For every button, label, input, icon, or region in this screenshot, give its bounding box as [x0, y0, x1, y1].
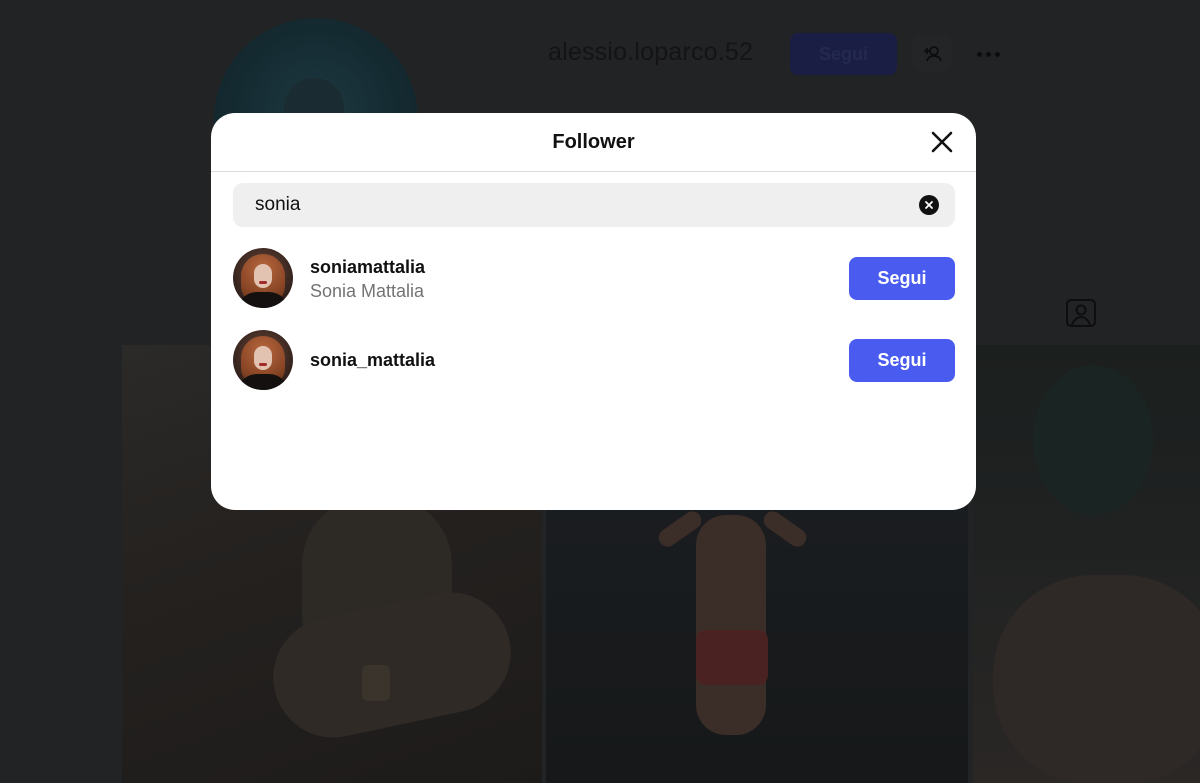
full-name: Sonia Mattalia: [310, 281, 425, 301]
more-options-icon: [968, 38, 1008, 70]
list-item[interactable]: sonia_mattalia Segui: [233, 330, 955, 392]
follow-button[interactable]: Segui: [849, 257, 955, 300]
post-thumbnail: [973, 345, 1200, 783]
avatar[interactable]: [233, 248, 293, 308]
search-input[interactable]: [233, 183, 913, 227]
dialog-title: Follower: [552, 130, 635, 153]
follow-button[interactable]: Segui: [849, 339, 955, 382]
dialog-header: Follower: [211, 113, 976, 172]
profile-follow-button: Segui: [790, 33, 897, 75]
profile-username: alessio.loparco.52: [548, 38, 754, 66]
tagged-icon: [1064, 298, 1098, 330]
avatar[interactable]: [233, 330, 293, 390]
list-item[interactable]: soniamattalia Sonia Mattalia Segui: [233, 248, 955, 310]
clear-search-icon[interactable]: [919, 195, 939, 215]
add-person-icon: [912, 36, 952, 72]
user-names: sonia_mattalia: [310, 349, 435, 371]
followers-dialog: Follower soniamattalia Sonia Mattalia Se…: [211, 113, 976, 510]
search-box: [233, 183, 955, 227]
user-names: soniamattalia Sonia Mattalia: [310, 256, 425, 304]
username[interactable]: soniamattalia: [310, 256, 425, 278]
close-icon[interactable]: [928, 128, 956, 156]
username[interactable]: sonia_mattalia: [310, 349, 435, 371]
